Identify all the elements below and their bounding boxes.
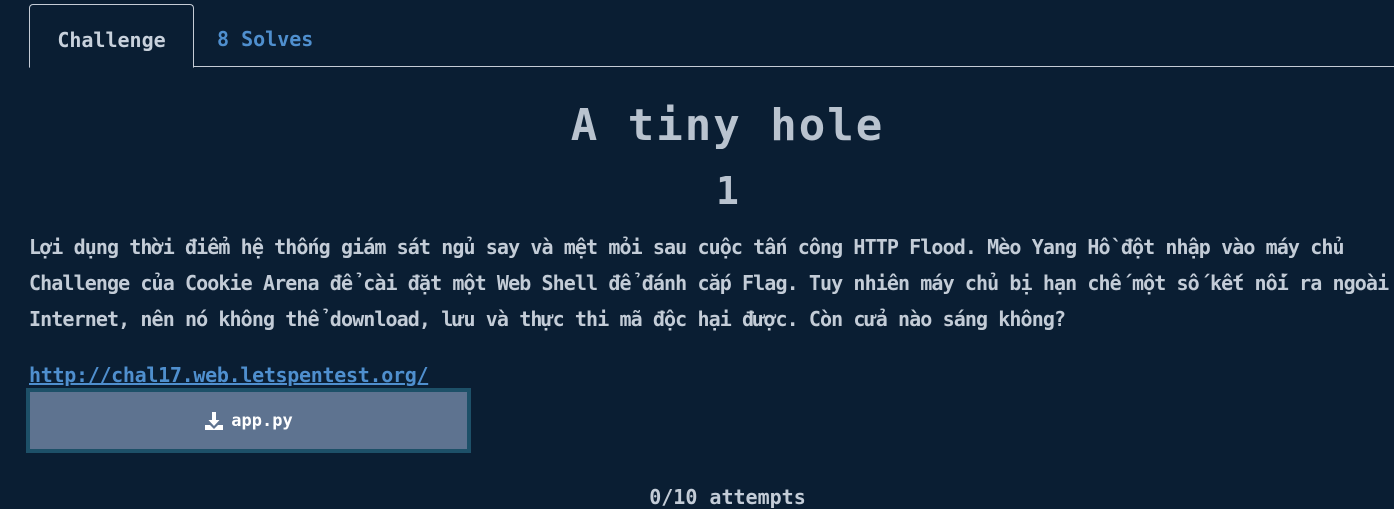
download-file-button[interactable]: app.py — [26, 388, 471, 453]
challenge-title: A tiny hole — [570, 100, 885, 151]
challenge-value: 1 — [716, 169, 739, 213]
challenge-description: Lợi dụng thời điểm hệ thống giám sát ngủ… — [29, 235, 1389, 331]
challenge-tabs: Challenge 8 Solves — [29, 4, 1394, 68]
challenge-link[interactable]: http://chal17.web.letspentest.org/ — [29, 363, 429, 387]
tab-challenge[interactable]: Challenge — [29, 4, 194, 68]
download-icon — [205, 411, 224, 430]
attempts-counter: 0/10 attempts — [649, 485, 806, 509]
tab-solves[interactable]: 8 Solves — [217, 4, 313, 66]
download-file-label: app.py — [231, 410, 293, 431]
